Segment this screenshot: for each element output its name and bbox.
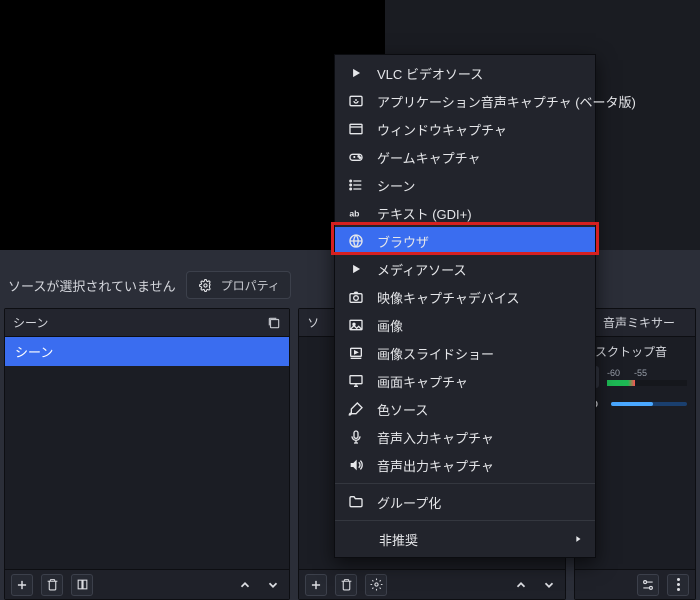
menu-item-label: 色ソース [377, 400, 428, 419]
remove-scene-button[interactable] [41, 574, 63, 596]
add-source-button[interactable] [305, 574, 327, 596]
properties-button[interactable]: プロパティ [186, 271, 291, 299]
scene-item[interactable]: シーン [5, 337, 289, 366]
properties-button-label: プロパティ [221, 277, 280, 294]
meter-tick: -55 [634, 368, 647, 378]
menu-item-monitor[interactable]: 画面キャプチャ [335, 367, 595, 395]
menu-item-label: 画像スライドショー [377, 344, 494, 363]
app-audio-icon [347, 92, 365, 110]
gear-icon [197, 276, 215, 294]
slideshow-icon [347, 344, 365, 362]
text-icon: ab [347, 204, 365, 222]
menu-item-brush[interactable]: 色ソース [335, 395, 595, 423]
scenes-dock-header[interactable]: シーン [5, 309, 289, 337]
menu-item-label: ウィンドウキャプチャ [377, 120, 507, 139]
meter-tick: -60 [607, 368, 620, 378]
mixer-channel-label: デスクトップ音 [583, 343, 687, 360]
remove-source-button[interactable] [335, 574, 357, 596]
svg-text:ab: ab [349, 208, 359, 218]
menu-item-list[interactable]: シーン [335, 171, 595, 199]
menu-item-label: ゲームキャプチャ [377, 148, 480, 167]
scenes-dock: シーン シーン [4, 308, 290, 600]
menu-item-app-audio[interactable]: アプリケーション音声キャプチャ (ベータ版) [335, 87, 595, 115]
menu-item-label: 音声入力キャプチャ [377, 428, 494, 447]
menu-item-label: VLC ビデオソース [377, 64, 483, 83]
menu-item-label: 非推奨 [379, 530, 418, 549]
menu-item-label: 音声出力キャプチャ [377, 456, 494, 475]
scenes-dock-footer [5, 569, 289, 599]
move-scene-up-button[interactable] [235, 575, 255, 595]
preview-canvas[interactable] [0, 0, 385, 250]
mixer-level-meter [607, 380, 687, 386]
menu-item-label: 画像 [377, 316, 403, 335]
menu-item-text[interactable]: ab テキスト (GDI+) [335, 199, 595, 227]
image-icon [347, 316, 365, 334]
menu-item-label: ブラウザ [377, 232, 429, 251]
menu-item-deprecated[interactable]: 非推奨 [335, 525, 595, 553]
menu-item-label: グループ化 [377, 493, 441, 512]
menu-item-camera[interactable]: 映像キャプチャデバイス [335, 283, 595, 311]
menu-item-label: 映像キャプチャデバイス [377, 288, 519, 307]
scene-filters-button[interactable] [71, 574, 93, 596]
menu-item-label: 画面キャプチャ [377, 372, 468, 391]
menu-item-play[interactable]: VLC ビデオソース [335, 59, 595, 87]
play-icon [347, 64, 365, 82]
list-icon [347, 176, 365, 194]
speaker-icon [347, 456, 365, 474]
menu-separator [335, 520, 595, 521]
camera-icon [347, 288, 365, 306]
menu-item-mic[interactable]: 音声入力キャプチャ [335, 423, 595, 451]
no-source-label: ソースが選択されていません [8, 276, 176, 295]
popout-icon[interactable] [267, 316, 281, 330]
menu-item-label: テキスト (GDI+) [377, 204, 472, 223]
globe-icon [347, 232, 365, 250]
monitor-icon [347, 372, 365, 390]
gamepad-icon [347, 148, 365, 166]
menu-item-label: シーン [377, 176, 415, 195]
submenu-arrow-icon [573, 534, 583, 544]
sources-dock-title: ソ [307, 314, 319, 331]
mixer-advanced-button[interactable] [637, 574, 659, 596]
menu-item-globe[interactable]: ブラウザ [335, 227, 595, 255]
mic-icon [347, 428, 365, 446]
menu-item-image[interactable]: 画像 [335, 311, 595, 339]
add-source-context-menu: VLC ビデオソースアプリケーション音声キャプチャ (ベータ版) ウィンドウキャプ… [334, 54, 596, 558]
audio-mixer-footer [575, 569, 695, 599]
play-icon [347, 260, 365, 278]
brush-icon [347, 400, 365, 418]
menu-separator [335, 483, 595, 484]
menu-item-group[interactable]: グループ化 [335, 488, 595, 516]
audio-mixer-title: 音声ミキサー [603, 314, 675, 331]
source-settings-button[interactable] [365, 574, 387, 596]
window-icon [347, 120, 365, 138]
add-scene-button[interactable] [11, 574, 33, 596]
menu-item-slideshow[interactable]: 画像スライドショー [335, 339, 595, 367]
menu-item-play[interactable]: メディアソース [335, 255, 595, 283]
menu-item-label: メディアソース [377, 260, 466, 279]
move-source-up-button[interactable] [511, 575, 531, 595]
folder-icon [347, 493, 365, 511]
sources-dock-footer [299, 569, 565, 599]
scenes-dock-title: シーン [13, 314, 48, 331]
move-source-down-button[interactable] [539, 575, 559, 595]
menu-item-speaker[interactable]: 音声出力キャプチャ [335, 451, 595, 479]
move-scene-down-button[interactable] [263, 575, 283, 595]
mixer-volume-slider[interactable] [611, 402, 687, 406]
menu-item-window[interactable]: ウィンドウキャプチャ [335, 115, 595, 143]
mixer-menu-button[interactable] [667, 574, 689, 596]
menu-item-gamepad[interactable]: ゲームキャプチャ [335, 143, 595, 171]
scenes-list: シーン [5, 337, 289, 569]
menu-item-label: アプリケーション音声キャプチャ (ベータ版) [377, 92, 636, 111]
